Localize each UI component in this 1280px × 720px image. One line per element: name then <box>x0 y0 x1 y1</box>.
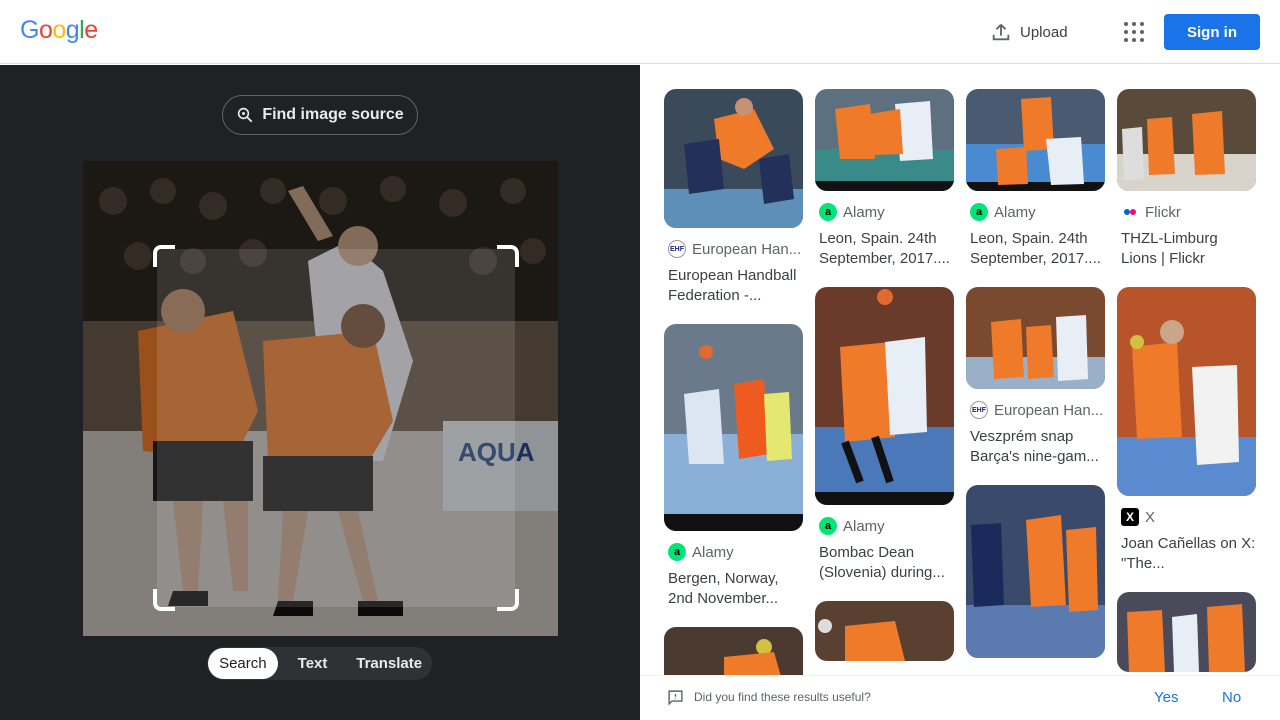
crop-handle-top-left[interactable] <box>153 245 175 267</box>
result-title[interactable]: Veszprém snap Barça's nine-gam... <box>966 427 1106 467</box>
result-thumbnail[interactable] <box>664 324 803 531</box>
crop-handle-top-right[interactable] <box>497 245 519 267</box>
result-thumbnail[interactable] <box>664 627 803 675</box>
mode-text-tab[interactable]: Text <box>278 648 348 679</box>
result-title[interactable]: THZL-Limburg Lions | Flickr <box>1117 229 1257 269</box>
find-image-source-button[interactable]: Find image source <box>222 95 418 135</box>
lens-mode-switcher: Search Text Translate <box>207 647 432 680</box>
result-card[interactable]: EHF European Han... European Handball Fe… <box>664 89 804 306</box>
lens-query-pane: Find image source AQUA Search Text Trans… <box>0 65 640 720</box>
alamy-icon: a <box>970 203 988 221</box>
result-thumbnail[interactable] <box>815 601 954 661</box>
x-icon: X <box>1121 508 1139 526</box>
google-logo[interactable]: Google <box>20 16 98 45</box>
result-title[interactable]: European Handball Federation -... <box>664 266 804 306</box>
result-card[interactable]: X X Joan Cañellas on X: "The... <box>1117 287 1257 574</box>
results-column: Flickr THZL-Limburg Lions | Flickr X X J… <box>1117 89 1257 675</box>
crop-handle-bottom-right[interactable] <box>497 589 519 611</box>
result-thumbnail[interactable] <box>815 287 954 505</box>
crop-handle-bottom-left[interactable] <box>153 589 175 611</box>
lens-search-icon <box>238 107 253 123</box>
result-card[interactable] <box>664 627 804 675</box>
query-image: AQUA <box>83 161 558 636</box>
result-card[interactable] <box>815 601 955 661</box>
feedback-icon <box>668 690 683 706</box>
mode-search-tab[interactable]: Search <box>208 648 278 679</box>
result-source[interactable]: EHF European Han... <box>664 240 804 258</box>
feedback-yes-button[interactable]: Yes <box>1154 689 1178 706</box>
upload-label: Upload <box>1020 23 1068 41</box>
result-card[interactable]: a Alamy Bombac Dean (Slovenia) during... <box>815 287 955 583</box>
result-title[interactable]: Bergen, Norway, 2nd November... <box>664 569 804 609</box>
result-thumbnail[interactable] <box>1117 89 1256 191</box>
flickr-icon <box>1121 203 1139 221</box>
results-column: a Alamy Leon, Spain. 24th September, 201… <box>815 89 955 675</box>
visual-matches-grid: EHF European Han... European Handball Fe… <box>640 65 1280 675</box>
result-source[interactable]: EHF European Han... <box>966 401 1106 419</box>
upload-icon <box>992 24 1010 41</box>
result-thumbnail[interactable] <box>966 485 1105 658</box>
result-source[interactable]: X X <box>1117 508 1257 526</box>
alamy-icon: a <box>668 543 686 561</box>
result-card[interactable]: Flickr THZL-Limburg Lions | Flickr <box>1117 89 1257 269</box>
feedback-no-button[interactable]: No <box>1222 689 1241 706</box>
result-thumbnail[interactable] <box>664 89 803 228</box>
ehf-icon: EHF <box>668 240 686 258</box>
result-title[interactable]: Bombac Dean (Slovenia) during... <box>815 543 955 583</box>
result-source[interactable]: a Alamy <box>664 543 804 561</box>
alamy-icon: a <box>819 203 837 221</box>
crop-selection[interactable] <box>153 245 519 611</box>
result-card[interactable]: a Alamy Leon, Spain. 24th September, 201… <box>966 89 1106 269</box>
result-thumbnail[interactable] <box>1117 592 1256 672</box>
result-card[interactable]: a Alamy Leon, Spain. 24th September, 201… <box>815 89 955 269</box>
results-column: EHF European Han... European Handball Fe… <box>664 89 804 675</box>
result-source[interactable]: a Alamy <box>815 517 955 535</box>
top-bar: Google Upload Sign in <box>0 0 1280 64</box>
ehf-icon: EHF <box>970 401 988 419</box>
result-card[interactable] <box>966 485 1106 658</box>
result-card[interactable]: EHF European Han... Veszprém snap Barça'… <box>966 287 1106 467</box>
result-thumbnail[interactable] <box>815 89 954 191</box>
result-card[interactable] <box>1117 592 1257 672</box>
result-source[interactable]: a Alamy <box>815 203 955 221</box>
result-source[interactable]: Flickr <box>1117 203 1257 221</box>
find-image-source-label: Find image source <box>262 106 404 123</box>
mode-translate-tab[interactable]: Translate <box>347 648 431 679</box>
upload-button[interactable]: Upload <box>990 20 1068 44</box>
result-thumbnail[interactable] <box>966 287 1105 389</box>
result-title[interactable]: Joan Cañellas on X: "The... <box>1117 534 1257 574</box>
result-thumbnail[interactable] <box>1117 287 1256 496</box>
result-title[interactable]: Leon, Spain. 24th September, 2017.... <box>815 229 955 269</box>
feedback-bar: Did you find these results useful? Yes N… <box>640 675 1280 720</box>
alamy-icon: a <box>819 517 837 535</box>
result-thumbnail[interactable] <box>966 89 1105 191</box>
apps-grid-icon[interactable] <box>1120 20 1144 44</box>
results-column: a Alamy Leon, Spain. 24th September, 201… <box>966 89 1106 675</box>
feedback-question: Did you find these results useful? <box>694 690 871 704</box>
result-title[interactable]: Leon, Spain. 24th September, 2017.... <box>966 229 1106 269</box>
result-card[interactable]: a Alamy Bergen, Norway, 2nd November... <box>664 324 804 609</box>
result-source[interactable]: a Alamy <box>966 203 1106 221</box>
sign-in-button[interactable]: Sign in <box>1164 14 1260 50</box>
